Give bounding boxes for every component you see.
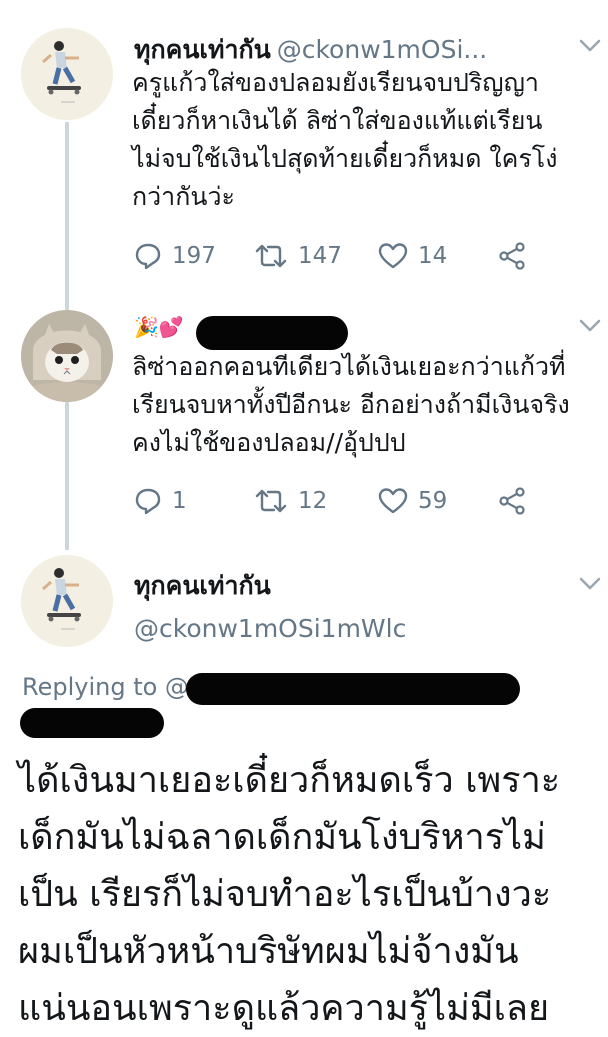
text-line: ผมเป็นหัวหน้าบริษัทผมไม่จ้างมัน [18,931,519,972]
chevron-down-icon[interactable] [579,38,601,54]
replying-to[interactable]: Replying to @ [22,673,189,701]
avatar[interactable] [21,555,113,647]
reply-button[interactable]: 197 [134,241,216,271]
text-line: ครูแก้วใส่ของปลอมยังเรียนจบปริญญา [132,68,539,97]
share-button[interactable] [498,486,526,516]
like-count: 14 [418,243,448,269]
thread-line [65,122,69,310]
reply-icon [135,243,161,270]
display-name-emoji: 🎉💕 [134,315,184,339]
tweet-text: ได้เงินมาเยอะเดี๋ยวก็หมดเร็ว เพราะ เด็กม… [18,752,604,1037]
text-line: กว่ากันว่ะ [132,182,235,211]
display-name[interactable]: ทุกคนเท่ากัน [134,566,271,606]
heart-icon [378,243,408,269]
reply-count: 1 [172,488,187,514]
share-button[interactable] [498,241,526,271]
retweet-count: 147 [298,243,342,269]
reply-count: 197 [172,243,216,269]
text-line: คงไม่ใช้ของปลอม//อุ้ปปป [132,428,406,457]
retweet-button[interactable]: 12 [254,486,327,516]
text-line: แน่นอนเพราะดูแล้วความรู้ไม่มีเลย [18,988,550,1029]
user-handle[interactable]: @ckonw1mOSi... [277,35,488,64]
text-line: เรียนจบหาทั้งปีอีกนะ อีกอย่างถ้ามีเงินจร… [132,390,570,419]
chevron-down-icon[interactable] [579,318,601,334]
chevron-down-icon[interactable] [579,576,601,592]
retweet-icon [255,489,287,513]
like-button[interactable]: 14 [378,241,447,271]
tweet-text: ครูแก้วใส่ของปลอมยังเรียนจบปริญญา เดี๋ยว… [132,64,602,216]
like-button[interactable]: 59 [378,486,447,516]
thread-line [65,402,69,550]
text-line: ลิซ่าออกคอนทีเดียวได้เงินเยอะกว่าแก้วที่ [132,352,566,381]
user-handle[interactable]: @ckonw1mOSi1mWlc [134,614,406,643]
retweet-count: 12 [298,488,328,514]
reply-icon [135,488,161,515]
text-line: ได้เงินมาเยอะเดี๋ยวก็หมดเร็ว เพราะ [18,760,561,801]
redacted-mention [186,673,520,705]
display-name[interactable]: ทุกคนเท่ากัน [134,35,271,64]
redacted-name [196,316,348,350]
text-line: เด็กมันไม่ฉลาดเด็กมันโง่บริหารไม่ [18,817,546,858]
text-line: ไม่จบใช้เงินไปสุดท้ายเดี๋ยวก็หมด ใครโง่ [132,144,558,173]
redacted-mention [20,708,164,738]
tweet-text: ลิซ่าออกคอนทีเดียวได้เงินเยอะกว่าแก้วที่… [132,348,602,462]
share-icon [499,487,525,515]
retweet-button[interactable]: 147 [254,241,342,271]
like-count: 59 [418,488,448,514]
text-line: เป็น เรียรก็ไม่จบทำอะไรเป็นบ้างวะ [18,874,552,915]
retweet-icon [255,244,287,268]
avatar[interactable] [21,310,113,402]
reply-button[interactable]: 1 [134,486,187,516]
avatar[interactable] [21,28,113,120]
share-icon [499,242,525,270]
text-line: เดี๋ยวก็หาเงินได้ ลิซ่าใส่ของแท้แต่เรียน [132,106,543,135]
heart-icon [378,488,408,514]
